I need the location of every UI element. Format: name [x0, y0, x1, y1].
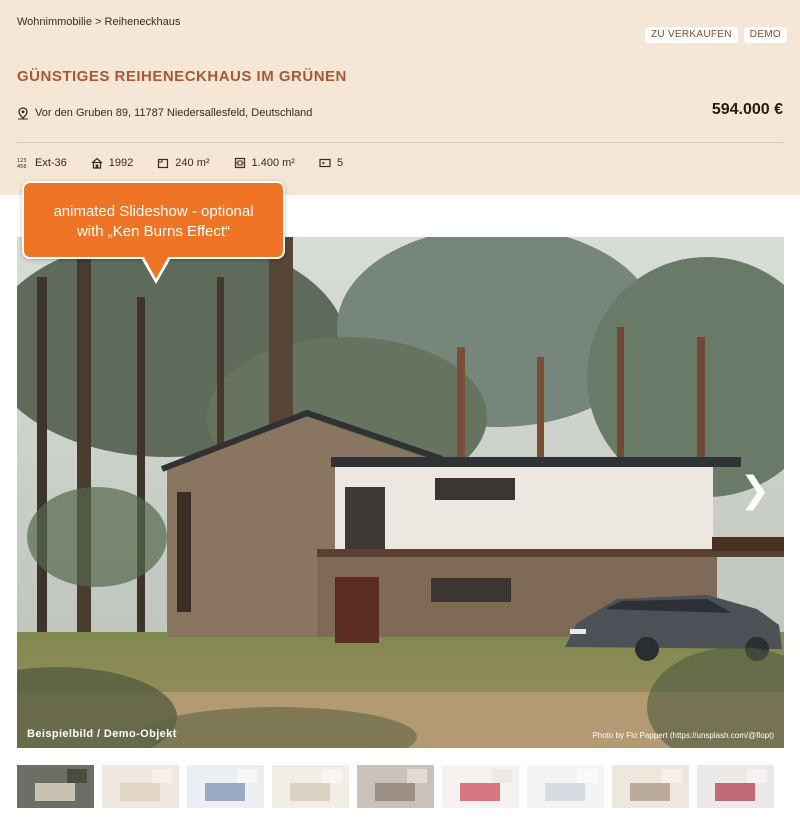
fact-rooms: 5: [319, 157, 343, 169]
photo-credit[interactable]: Photo by Flo Pappert (https://unsplash.c…: [592, 731, 774, 740]
svg-text:456: 456: [17, 164, 27, 169]
fact-plot-area: 1.400 m²: [234, 157, 295, 169]
hero-image: [17, 237, 784, 748]
thumbnail-bedroom-2[interactable]: [527, 765, 604, 808]
rooms-icon: [319, 157, 331, 169]
next-slide-arrow-icon[interactable]: ❯: [740, 473, 770, 509]
slideshow-callout: animated Slideshow - optional with „Ken …: [22, 181, 285, 259]
breadcrumb[interactable]: Wohnimmobilie > Reiheneckhaus: [17, 16, 180, 28]
fact-living-area-value: 240 m²: [175, 157, 210, 169]
status-badge-for-sale: ZU VERKAUFEN: [644, 27, 738, 43]
thumbnail-image: [357, 765, 434, 808]
callout-line-1: animated Slideshow - optional: [53, 203, 254, 220]
status-badge-demo: DEMO: [743, 27, 787, 43]
fact-plot-area-value: 1.400 m²: [251, 157, 295, 169]
thumbnail-sofa-room[interactable]: [697, 765, 774, 808]
thumbnail-image: [187, 765, 264, 808]
fact-reference-value: Ext-36: [35, 157, 67, 169]
thumbnail-image: [442, 765, 519, 808]
thumbnail-dining[interactable]: [612, 765, 689, 808]
page-title: GÜNSTIGES REIHENECKHAUS IM GRÜNEN: [17, 68, 347, 85]
thumbnail-image: [697, 765, 774, 808]
thumbnail-image: [272, 765, 349, 808]
fact-year-value: 1992: [108, 157, 134, 169]
property-facts: 123 456 Ext-36 1992 240 m² 1.400 m² 5: [17, 157, 343, 170]
house-year-icon: [91, 157, 103, 169]
divider: [17, 142, 783, 143]
fact-rooms-value: 5: [336, 157, 344, 169]
callout-line-2: with „Ken Burns Effect“: [76, 223, 231, 240]
fact-reference: 123 456 Ext-36: [17, 157, 67, 170]
fact-living-area: 240 m²: [157, 157, 210, 169]
reference-number-icon: 123 456: [17, 157, 29, 170]
address: Vor den Gruben 89, 11787 Niedersallesfel…: [17, 107, 313, 120]
thumbnail-living-room[interactable]: [272, 765, 349, 808]
thumbnail-strip: [17, 765, 774, 808]
hero-caption: Beispielbild / Demo-Objekt: [27, 728, 177, 740]
thumbnail-exterior[interactable]: [17, 765, 94, 808]
fact-year: 1992: [91, 157, 133, 169]
thumbnail-image: [17, 765, 94, 808]
address-text: Vor den Gruben 89, 11787 Niedersallesfel…: [35, 107, 313, 119]
thumbnail-image: [102, 765, 179, 808]
living-area-icon: [157, 157, 169, 169]
thumbnail-image: [612, 765, 689, 808]
thumbnail-image: [527, 765, 604, 808]
callout-tail: [144, 257, 168, 279]
thumbnail-bedroom-1[interactable]: [102, 765, 179, 808]
status-badges: ZU VERKAUFEN DEMO: [644, 27, 787, 43]
thumbnail-window-room[interactable]: [187, 765, 264, 808]
hero-slideshow[interactable]: Beispielbild / Demo-Objekt Photo by Flo …: [17, 237, 784, 748]
map-pin-icon: [17, 107, 29, 120]
plot-area-icon: [234, 157, 246, 169]
thumbnail-pink-room[interactable]: [442, 765, 519, 808]
thumbnail-kitchen[interactable]: [357, 765, 434, 808]
price: 594.000 €: [711, 101, 783, 118]
